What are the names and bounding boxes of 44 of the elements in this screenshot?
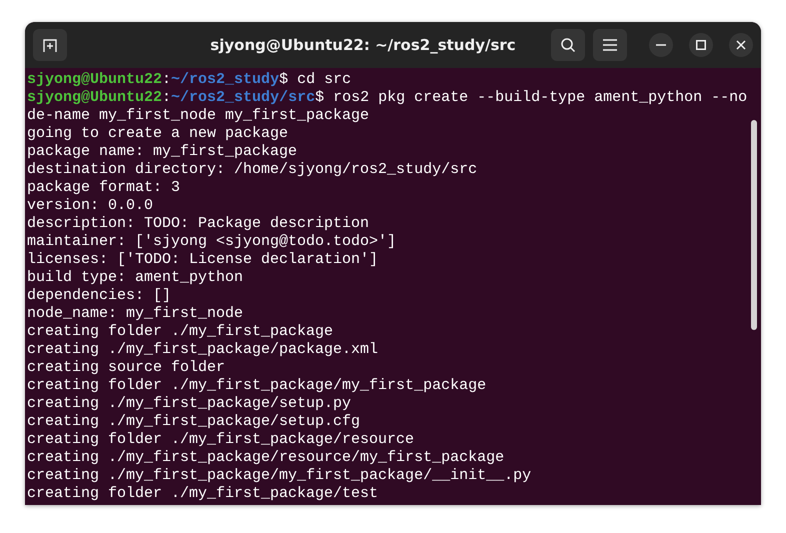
output-line: node_name: my_first_node [27, 305, 244, 322]
search-button[interactable] [551, 29, 585, 61]
scrollbar-thumb[interactable] [751, 120, 758, 330]
output-line: version: 0.0.0 [27, 197, 154, 214]
prompt-user: sjyong@Ubuntu22 [27, 71, 162, 88]
minimize-icon [656, 44, 666, 46]
search-icon [560, 37, 576, 53]
prompt-path: ~/ros2_study/src [171, 89, 316, 106]
output-line: package name: my_first_package [27, 143, 298, 160]
output-line: dependencies: [] [27, 287, 172, 304]
output-line: creating folder ./my_first_package [27, 323, 334, 340]
menu-button[interactable] [593, 29, 627, 61]
window-title: sjyong@Ubuntu22: ~/ros2_study/src [209, 36, 517, 54]
close-button[interactable] [729, 33, 753, 57]
prompt-separator: : [162, 71, 172, 88]
output-line: package format: 3 [27, 179, 180, 196]
output-line: creating folder ./my_first_package/resource [27, 431, 414, 448]
output-line: licenses: ['TODO: License declaration'] [27, 251, 378, 268]
output-line: creating ./my_first_package/my_first_package/__init__.py [27, 467, 532, 484]
new-tab-icon [42, 37, 58, 53]
command-text: $ ros2 pkg create --build-type ament_python --no [315, 89, 748, 106]
output-line: creating source folder [27, 359, 226, 376]
output-line: creating folder ./my_first_package/my_first_package [27, 377, 486, 394]
output-line: de-name my_first_node my_first_package [27, 107, 370, 124]
output-line: creating ./my_first_package/setup.py [27, 395, 352, 412]
output-line: creating ./my_first_package/resource/my_first_package [27, 449, 504, 466]
maximize-button[interactable] [689, 33, 713, 57]
command-text: $ cd src [279, 71, 352, 88]
output-line: build type: ament_python [27, 269, 244, 286]
prompt-path: ~/ros2_study [171, 71, 280, 88]
menu-icon [603, 39, 617, 51]
output-line: creating ./my_first_package/package.xml [27, 341, 378, 358]
output-line: maintainer: ['sjyong <sjyong@todo.todo>'] [27, 233, 396, 250]
output-line: destination directory: /home/sjyong/ros2_study/src [27, 161, 478, 178]
prompt-separator: : [162, 89, 172, 106]
output-line: description: TODO: Package description [27, 215, 370, 232]
minimize-button[interactable] [649, 33, 673, 57]
maximize-icon [696, 40, 706, 50]
prompt-user: sjyong@Ubuntu22 [27, 89, 162, 106]
output-line: going to create a new package [27, 125, 288, 142]
close-icon [736, 40, 746, 50]
new-tab-button[interactable] [33, 29, 67, 61]
output-line: creating folder ./my_first_package/test [27, 485, 378, 502]
output-line: creating ./my_first_package/setup.cfg [27, 413, 360, 430]
